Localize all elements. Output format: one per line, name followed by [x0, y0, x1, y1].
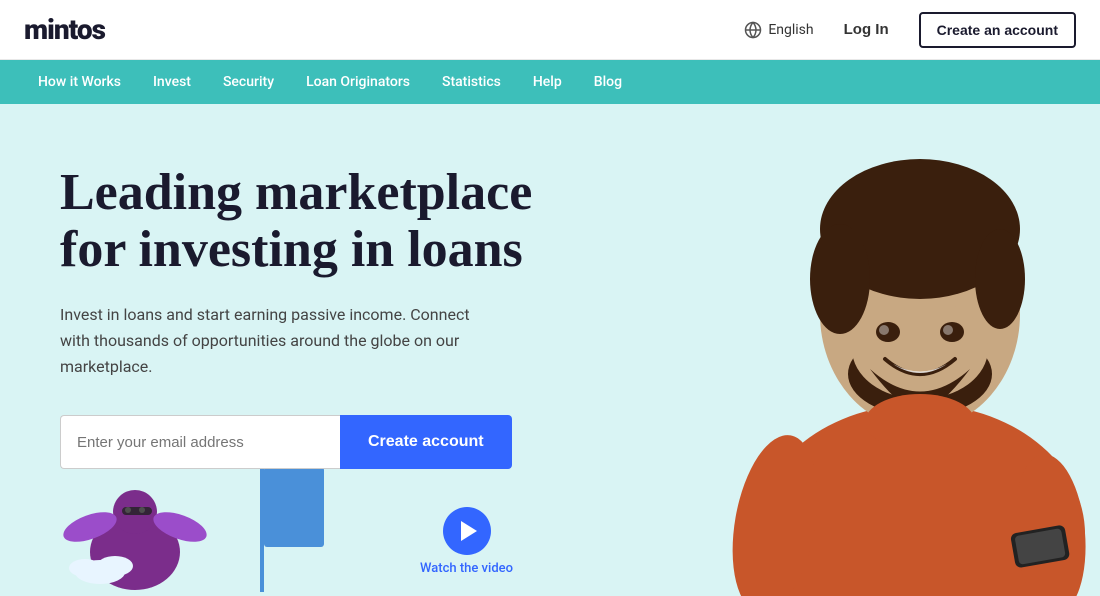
watch-video-label: Watch the video	[420, 561, 513, 576]
nav-item-blog[interactable]: Blog	[580, 68, 636, 96]
nav-item-invest[interactable]: Invest	[139, 68, 205, 96]
watch-video-button[interactable]: Watch the video	[420, 507, 513, 576]
play-button[interactable]	[443, 507, 491, 555]
login-button[interactable]: Log In	[834, 15, 899, 44]
header-right: English Log In Create an account	[744, 12, 1076, 48]
language-label: English	[768, 22, 813, 38]
nav-item-how-it-works[interactable]: How it Works	[24, 68, 135, 96]
person-svg	[620, 104, 1100, 596]
play-icon	[461, 521, 477, 541]
logo[interactable]: mintos	[24, 13, 105, 46]
create-account-button[interactable]: Create account	[340, 415, 512, 469]
nav-item-loan-originators[interactable]: Loan Originators	[292, 68, 424, 96]
navigation: How it Works Invest Security Loan Origin…	[0, 60, 1100, 104]
nav-item-help[interactable]: Help	[519, 68, 576, 96]
language-selector[interactable]: English	[744, 21, 813, 39]
nav-item-statistics[interactable]: Statistics	[428, 68, 515, 96]
nav-item-security[interactable]: Security	[209, 68, 288, 96]
email-input[interactable]	[60, 415, 340, 469]
create-account-header-button[interactable]: Create an account	[919, 12, 1076, 48]
email-form: Create account	[60, 415, 532, 469]
hero-title: Leading marketplacefor investing in loan…	[60, 164, 532, 278]
hero-section: Leading marketplacefor investing in loan…	[0, 104, 1100, 596]
hero-content: Leading marketplacefor investing in loan…	[60, 164, 532, 509]
hero-subtitle: Invest in loans and start earning passiv…	[60, 302, 480, 379]
hero-person-illustration	[620, 104, 1100, 596]
globe-icon	[744, 21, 762, 39]
header: mintos English Log In Create an account	[0, 0, 1100, 60]
